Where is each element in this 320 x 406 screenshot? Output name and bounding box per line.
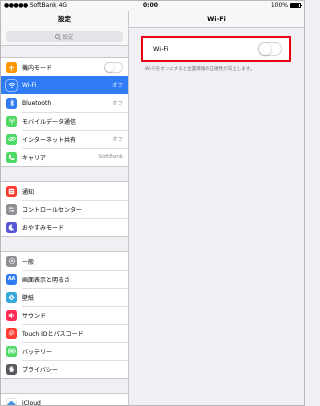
sidebar-item-label: iCloud [22,399,41,406]
settings-group-2: 通知コントロールセンター おやすみモード [1,181,128,237]
network-type: 4G [58,2,68,9]
sidebar-item-antenna[interactable]: モバイルデータ通信 [1,112,128,130]
wifi-hint: Wi-Fiをオンにすると位置情報の正確性が向上します。 [145,67,255,72]
wifi-toggle[interactable] [258,42,282,56]
sidebar-item-speaker[interactable]: サウンド [1,306,128,324]
flower-icon [6,291,17,303]
sidebar-item-flower[interactable]: 壁紙 [1,288,128,306]
wifi-toggle-row[interactable]: Wi-Fi [141,36,291,62]
sidebar-title: 設定 [1,11,128,28]
sidebar-item-fingerprint[interactable]: Touch IDとパスコード [1,324,128,342]
settings-group-1: 機内モード Wi-Fi オフ Bluetooth オフ モバイルデータ通信 インターネット共… [1,57,128,167]
settings-group-4: iCloud [1,393,128,406]
airplane-mode-toggle[interactable] [104,61,123,73]
sidebar-item-label: バッテリー [22,348,53,356]
sidebar-item-battery[interactable]: バッテリー [1,342,128,360]
sidebar-item-label: コントロールセンター [22,206,83,214]
speaker-icon [6,309,17,321]
sidebar-item-label: 画面表示と明るさ [22,276,71,284]
battery-icon [6,345,17,357]
antenna-icon [6,115,17,127]
settings-window: ●●●●● SoftBank 4G 0:00 100% 設定 設定 機内モード W… [0,0,305,406]
sidebar-item-wifi[interactable]: Wi-Fi オフ [1,76,128,94]
sidebar-item-airplane[interactable]: 機内モード [1,58,128,76]
battery-percent: 100% [270,2,288,9]
sidebar-item-link[interactable]: インターネット共有 オフ [1,130,128,148]
settings-sidebar: 設定 設定 機内モード Wi-Fi オフ Bluetooth オフ モバイルデータ通信 イン… [1,11,129,406]
sidebar-item-label: 壁紙 [22,294,35,302]
notification-icon [6,185,17,197]
settings-group-3: 一般 AA 画面表示と明るさ 壁紙サウンド Touch IDとパスコード バッテリープライ… [1,251,128,379]
settings-groups: 機内モード Wi-Fi オフ Bluetooth オフ モバイルデータ通信 インターネット共… [1,46,128,406]
wifi-label: Wi-Fi [153,45,169,53]
carrier-name: SoftBank [29,2,57,9]
sidebar-item-label: 一般 [22,258,35,266]
sidebar-item-label: Wi-Fi [22,81,37,89]
sidebar-item-notification[interactable]: 通知 [1,182,128,200]
sidebar-item-cloud[interactable]: iCloud [1,394,128,406]
battery-status-icon [290,3,302,8]
sidebar-item-bluetooth[interactable]: Bluetooth オフ [1,94,128,112]
sidebar-item-label: モバイルデータ通信 [22,118,77,126]
sidebar-item-label: 機内モード [22,64,53,72]
search-placeholder: 設定 [62,34,74,41]
sidebar-item-moon[interactable]: おやすみモード [1,218,128,236]
control-center-icon [6,203,17,215]
sidebar-item-value: オフ [111,137,123,143]
sidebar-item-value: オフ [111,83,123,89]
search-bar: 設定 [1,28,128,46]
status-time: 0:00 [143,2,158,9]
hand-icon [6,363,17,375]
sidebar-item-text-size[interactable]: AA 画面表示と明るさ [1,270,128,288]
link-icon [6,133,17,145]
sidebar-item-label: キャリア [22,154,47,162]
gear-icon [6,255,17,267]
sidebar-item-control-center[interactable]: コントロールセンター [1,200,128,218]
cloud-icon [6,397,17,405]
sidebar-item-label: インターネット共有 [22,136,77,144]
wifi-icon [6,79,17,91]
sidebar-item-label: おやすみモード [22,224,65,232]
sidebar-item-value: SoftBank [98,154,123,160]
search-icon [55,34,61,39]
detail-title: Wi-Fi [129,11,304,28]
sidebar-item-hand[interactable]: プライバシー [1,360,128,378]
sidebar-item-label: 通知 [22,188,35,196]
sidebar-item-label: プライバシー [22,366,58,374]
search-input[interactable]: 設定 [6,31,123,42]
airplane-icon [6,61,17,73]
moon-icon [6,221,17,233]
text-size-icon: AA [6,273,17,285]
signal-dots-icon: ●●●●● [4,2,28,9]
sidebar-item-label: Touch IDとパスコード [22,330,84,338]
bluetooth-icon [6,97,17,109]
status-bar: ●●●●● SoftBank 4G 0:00 100% [1,1,304,11]
sidebar-item-label: Bluetooth [22,99,52,107]
fingerprint-icon [6,327,17,339]
detail-pane: Wi-Fi Wi-Fi Wi-Fiをオンにすると位置情報の正確性が向上します。 [129,11,304,405]
sidebar-item-label: サウンド [22,312,47,320]
sidebar-item-gear[interactable]: 一般 [1,252,128,270]
sidebar-item-phone[interactable]: キャリア SoftBank [1,148,128,166]
sidebar-item-value: オフ [111,101,123,107]
phone-icon [6,151,17,163]
